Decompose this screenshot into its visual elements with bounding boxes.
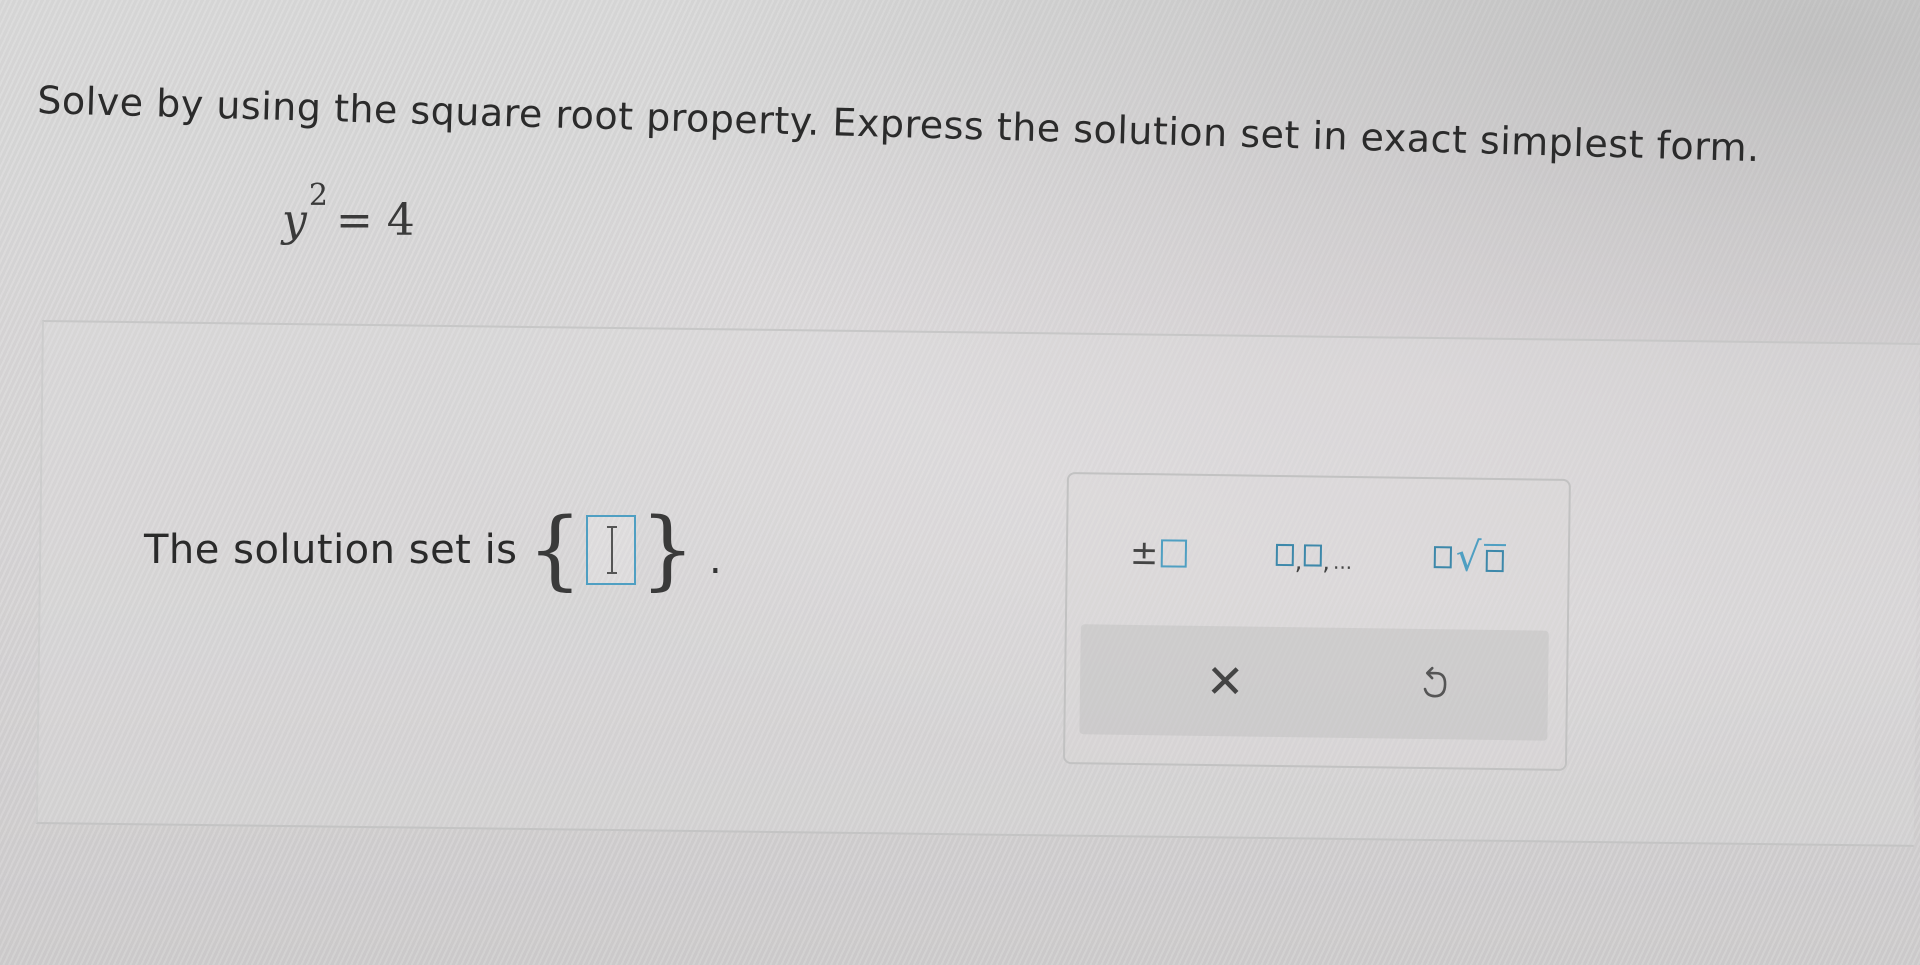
question-instruction: Solve by using the square root property.…	[36, 78, 1761, 171]
placeholder-box-icon	[1303, 544, 1322, 567]
placeholder-box-icon	[1485, 549, 1504, 573]
radicand	[1483, 543, 1506, 573]
palette-action-row: ✕	[1079, 624, 1549, 741]
list-comma: ,	[1294, 547, 1303, 576]
set-terminator: .	[708, 537, 722, 583]
answer-input[interactable]	[586, 515, 637, 585]
placeholder-box-icon	[1160, 539, 1187, 568]
list-ellipsis: ...	[1332, 549, 1353, 574]
math-palette: ± ,,... √ ✕	[1062, 472, 1571, 772]
set-open-brace: {	[527, 500, 583, 600]
equation-exponent: 2	[308, 178, 328, 213]
equation-rhs: = 4	[335, 195, 415, 246]
square-root-button[interactable]: √	[1433, 527, 1506, 588]
set-close-brace: }	[640, 500, 695, 600]
solution-label: The solution set is	[144, 527, 518, 573]
clear-button[interactable]: ✕	[1190, 646, 1261, 717]
square-root-icon: √	[1455, 534, 1482, 581]
plus-minus-symbol: ±	[1129, 532, 1159, 574]
plus-minus-button[interactable]: ±	[1129, 523, 1187, 584]
list-button[interactable]: ,,...	[1275, 525, 1352, 586]
solution-line: The solution set is { } .	[144, 500, 722, 600]
palette-symbol-row: ± ,,... √	[1067, 522, 1568, 589]
placeholder-box-icon	[1275, 543, 1295, 567]
text-cursor-icon	[607, 526, 618, 574]
coefficient-box-icon	[1433, 546, 1452, 569]
equation: y2 = 4	[282, 178, 415, 246]
list-comma-trailing: ,	[1322, 547, 1331, 576]
undo-icon	[1423, 666, 1447, 698]
undo-button[interactable]	[1400, 649, 1471, 720]
equation-variable: y	[282, 195, 307, 246]
close-icon: ✕	[1205, 653, 1245, 709]
